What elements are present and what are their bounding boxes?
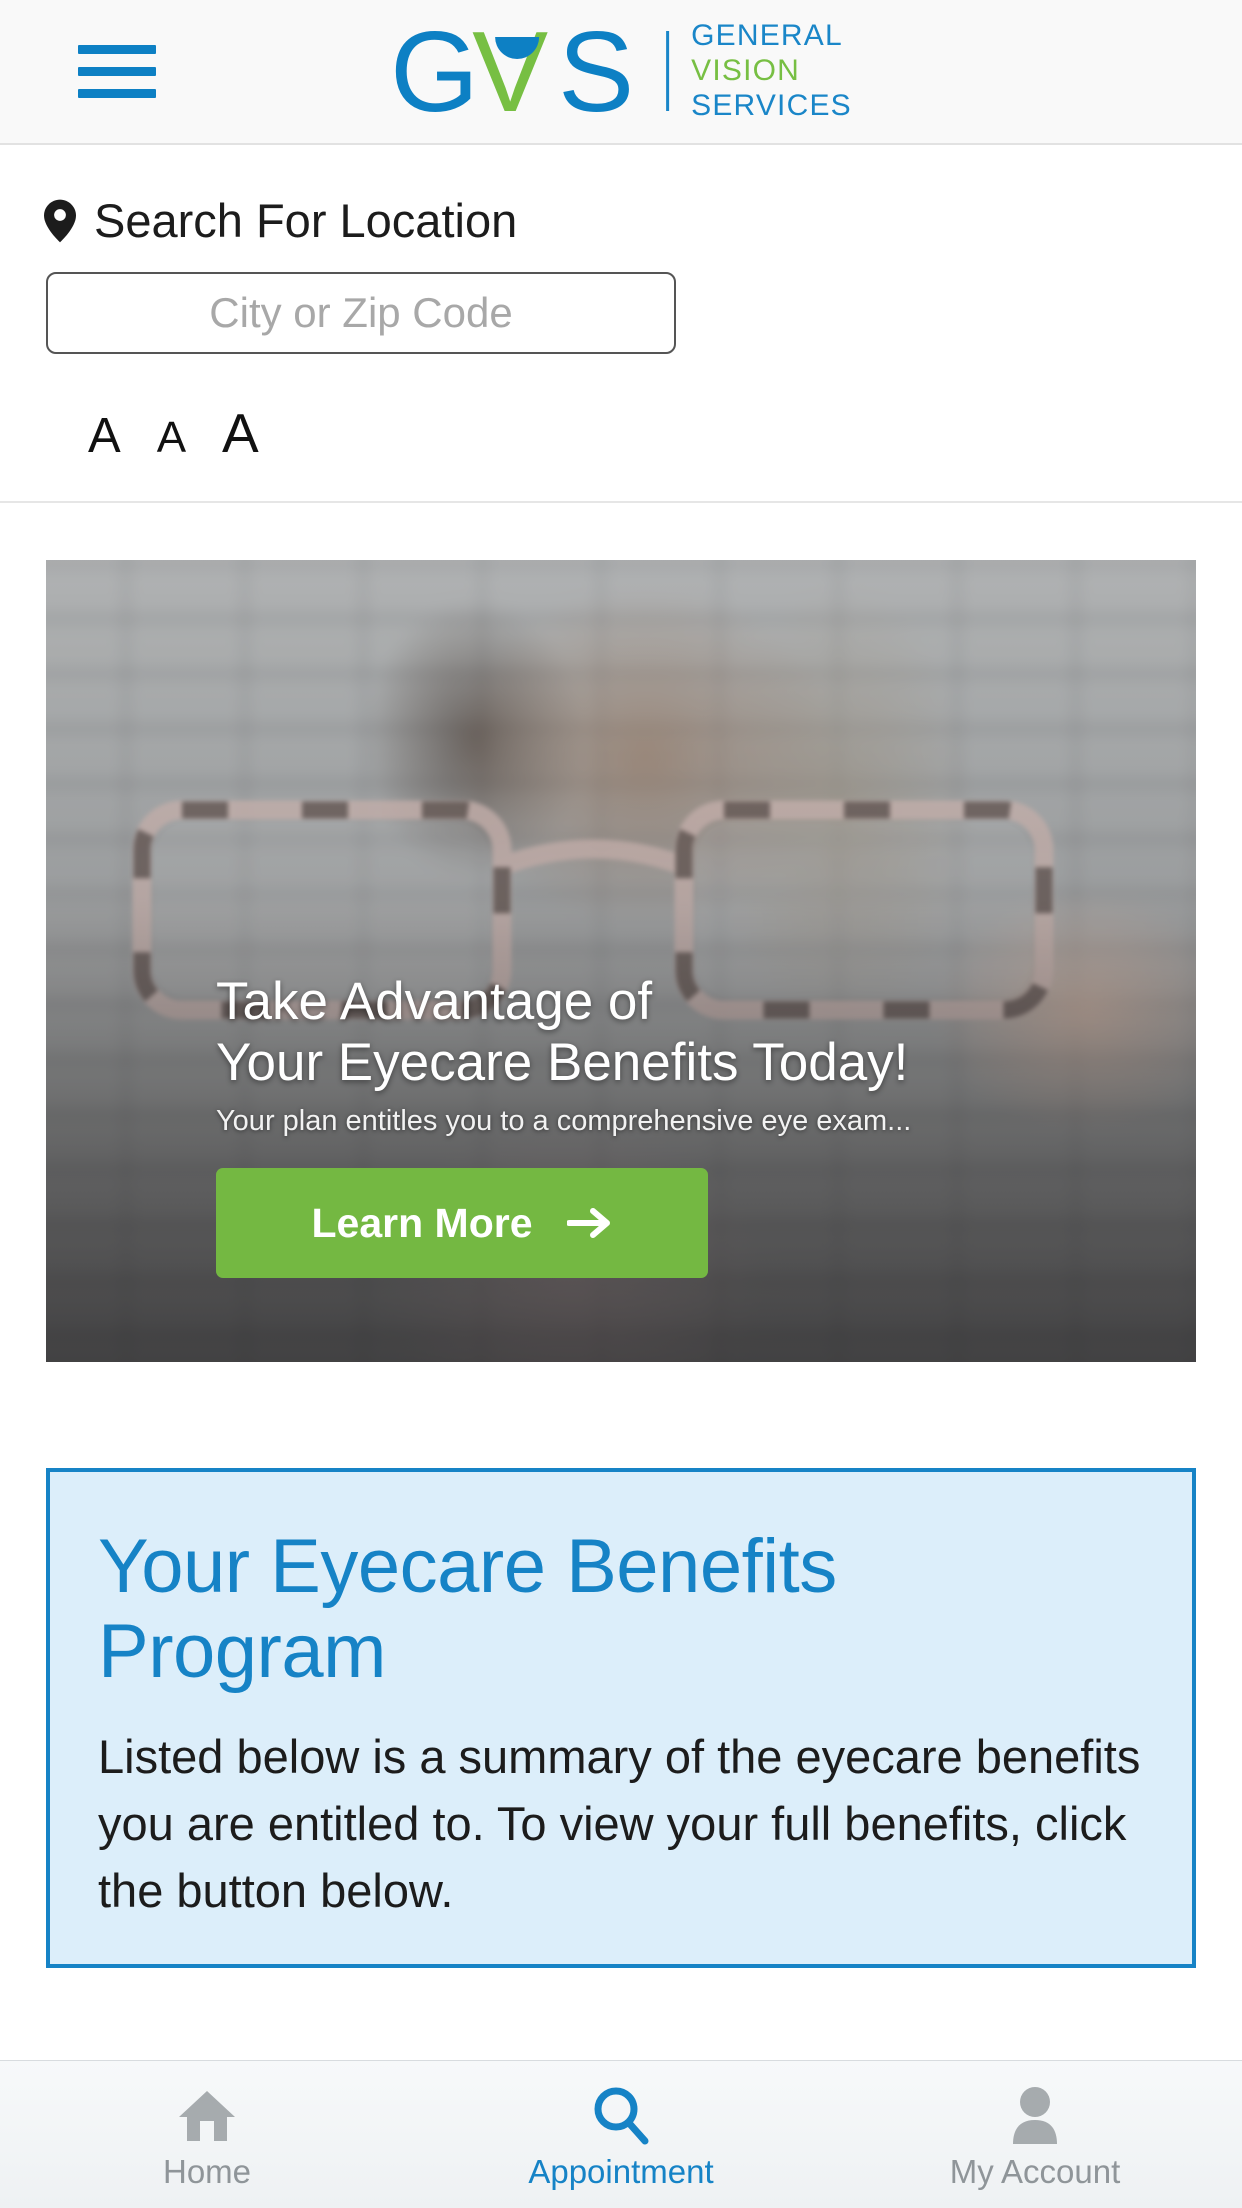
bottom-navigation-bar: Home Appointment My Account — [0, 2060, 1242, 2208]
location-pin-icon — [44, 199, 76, 242]
person-icon — [1007, 2085, 1063, 2147]
hero-content: Take Advantage of Your Eyecare Benefits … — [216, 972, 1116, 1278]
app-header: G V S GENERAL VISION SERVICES — [0, 0, 1242, 145]
nav-label-home: Home — [162, 2152, 252, 2190]
svg-text:G: G — [390, 19, 479, 123]
hero-banner[interactable]: Take Advantage of Your Eyecare Benefits … — [46, 560, 1196, 1362]
home-icon — [176, 2085, 238, 2147]
benefits-card-body: Listed below is a summary of the eyecare… — [98, 1730, 1141, 1917]
logo-word-services: SERVICES — [691, 88, 852, 122]
arrow-right-icon — [566, 1208, 610, 1238]
nav-item-my-account[interactable]: My Account — [828, 2061, 1242, 2208]
learn-more-button[interactable]: Learn More — [216, 1168, 708, 1278]
hero-subtitle: Your plan entitles you to a comprehensiv… — [216, 1105, 912, 1137]
search-magnifier-icon — [590, 2085, 652, 2147]
svg-text:V: V — [472, 19, 548, 123]
search-label-row: Search For Location — [0, 193, 1242, 248]
nav-item-home[interactable]: Home — [0, 2061, 414, 2208]
search-input[interactable] — [46, 272, 676, 354]
hero-title-line1: Take Advantage of — [216, 972, 653, 1032]
font-size-selector: A A A — [0, 406, 1242, 461]
hero-banner-container: Take Advantage of Your Eyecare Benefits … — [0, 503, 1242, 1362]
font-size-medium-button[interactable]: A — [157, 416, 186, 460]
logo-word-vision: VISION — [691, 54, 800, 88]
logo-divider — [666, 31, 670, 112]
hamburger-bar — [78, 45, 156, 54]
nav-item-appointment[interactable]: Appointment — [414, 2061, 828, 2208]
brand-logo[interactable]: G V S GENERAL VISION SERVICES — [390, 19, 852, 123]
logo-word-general: GENERAL — [691, 19, 843, 53]
font-size-small-button[interactable]: A — [88, 412, 121, 461]
hero-title-line2: Your Eyecare Benefits Today! — [216, 1032, 909, 1092]
hamburger-bar — [78, 67, 156, 76]
search-label: Search For Location — [94, 194, 518, 247]
learn-more-label: Learn More — [311, 1199, 533, 1246]
svg-text:S: S — [558, 19, 634, 123]
nav-label-appointment: Appointment — [528, 2152, 714, 2190]
benefits-card-container: Your Eyecare Benefits Program Listed bel… — [0, 1362, 1242, 1969]
hamburger-bar — [78, 89, 156, 98]
gvs-logo-icon: G V S — [390, 19, 634, 123]
benefits-card-title: Your Eyecare Benefits Program — [98, 1524, 837, 1695]
benefits-card: Your Eyecare Benefits Program Listed bel… — [46, 1468, 1196, 1969]
nav-label-my-account: My Account — [949, 2152, 1121, 2190]
font-size-large-button[interactable]: A — [222, 406, 259, 461]
hamburger-menu-icon[interactable] — [78, 45, 156, 98]
location-search-section: Search For Location A A A — [0, 145, 1242, 503]
